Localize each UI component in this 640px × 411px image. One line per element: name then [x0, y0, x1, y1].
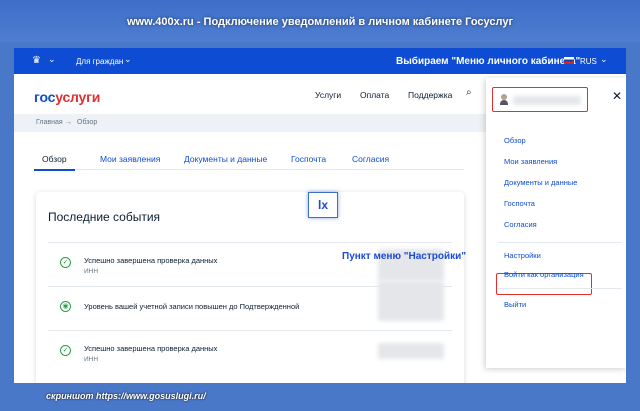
- recent-events-card: Последние события ✓ Успешно завершена пр…: [36, 192, 464, 383]
- menu-item-logout[interactable]: Выйти: [504, 300, 526, 309]
- recent-events-title: Последние события: [48, 210, 161, 224]
- russia-flag-icon: [564, 57, 574, 64]
- screenshot-caption: www.400x.ru - Подключение уведомлений в …: [0, 0, 640, 42]
- blurred-username: [513, 96, 581, 105]
- menu-item-settings[interactable]: Настройки: [504, 251, 541, 260]
- tab-applications[interactable]: Мои заявления: [100, 154, 160, 164]
- blurred-date: [378, 343, 444, 359]
- menu-item-gospochta[interactable]: Госпочта: [504, 199, 535, 208]
- search-icon[interactable]: ⌕: [466, 87, 472, 98]
- annotation-settings-hint: Пункт меню "Настройки": [342, 251, 467, 262]
- menu-item-documents[interactable]: Документы и данные: [504, 178, 577, 187]
- event-item[interactable]: ◉ Уровень вашей учетной записи повышен д…: [48, 281, 452, 330]
- menu-item-applications[interactable]: Мои заявления: [504, 157, 557, 166]
- tab-overview[interactable]: Обзор: [34, 154, 75, 171]
- close-icon[interactable]: ✕: [612, 89, 622, 103]
- breadcrumb: Главная → Обзор: [14, 114, 489, 132]
- site-watermark-logo: lx: [308, 192, 338, 218]
- event-item[interactable]: ✓ Успешно завершена проверка данных ИНН: [48, 330, 452, 374]
- chevron-down-icon[interactable]: ⌄: [124, 54, 132, 65]
- nav-services[interactable]: Услуги: [315, 90, 341, 100]
- user-circle-icon: ◉: [60, 301, 71, 312]
- account-menu-panel: ✕ Обзор Мои заявления Документы и данные…: [486, 78, 626, 368]
- event-subtext: ИНН: [84, 268, 99, 275]
- tab-gospochta[interactable]: Госпочта: [291, 154, 326, 164]
- tab-documents[interactable]: Документы и данные: [184, 154, 267, 164]
- browser-viewport: ♛ ⌄ Для граждан ⌄ Выбираем "Меню личного…: [14, 48, 626, 383]
- breadcrumb-home[interactable]: Главная: [36, 119, 63, 126]
- footer-caption: скриншот https://www.gosuslugi.ru/: [46, 391, 206, 401]
- gosuslugi-logo[interactable]: госуслуги: [34, 89, 100, 105]
- blurred-date: [378, 281, 444, 321]
- coat-of-arms-icon[interactable]: ♛: [32, 55, 44, 67]
- tab-bar: Обзор Мои заявления Документы и данные Г…: [34, 148, 464, 171]
- menu-divider: [498, 242, 622, 243]
- check-circle-icon: ✓: [60, 345, 71, 356]
- language-selector[interactable]: RUS: [580, 57, 597, 66]
- avatar: [500, 94, 508, 105]
- menu-divider: [498, 288, 622, 289]
- menu-item-overview[interactable]: Обзор: [504, 136, 526, 145]
- event-item[interactable]: ✓ Успешно завершена проверка данных ИНН: [48, 242, 452, 286]
- top-bar: ♛ ⌄ Для граждан ⌄ Выбираем "Меню личного…: [14, 48, 626, 74]
- menu-item-consents[interactable]: Согласия: [504, 220, 537, 229]
- annotation-menu-hint: Выбираем "Меню личного кабинета": [396, 56, 581, 67]
- event-subtext: ИНН: [84, 356, 99, 363]
- event-text: Успешно завершена проверка данных: [84, 344, 218, 353]
- event-text: Уровень вашей учетной записи повышен до …: [84, 302, 300, 311]
- audience-selector[interactable]: Для граждан: [76, 57, 123, 66]
- tab-consents[interactable]: Согласия: [352, 154, 389, 164]
- account-menu-highlight[interactable]: [492, 87, 588, 112]
- chevron-down-icon[interactable]: ⌄: [48, 54, 56, 65]
- nav-payment[interactable]: Оплата: [360, 90, 389, 100]
- chevron-down-icon[interactable]: ⌄: [600, 54, 608, 65]
- arrow-right-icon: →: [65, 119, 72, 126]
- event-text: Успешно завершена проверка данных: [84, 256, 218, 265]
- nav-support[interactable]: Поддержка: [408, 90, 452, 100]
- check-circle-icon: ✓: [60, 257, 71, 268]
- breadcrumb-current: Обзор: [77, 119, 98, 126]
- menu-item-login-as-org[interactable]: Войти как организация: [504, 270, 584, 279]
- screenshot-footer: скриншот https://www.gosuslugi.ru/: [0, 383, 640, 411]
